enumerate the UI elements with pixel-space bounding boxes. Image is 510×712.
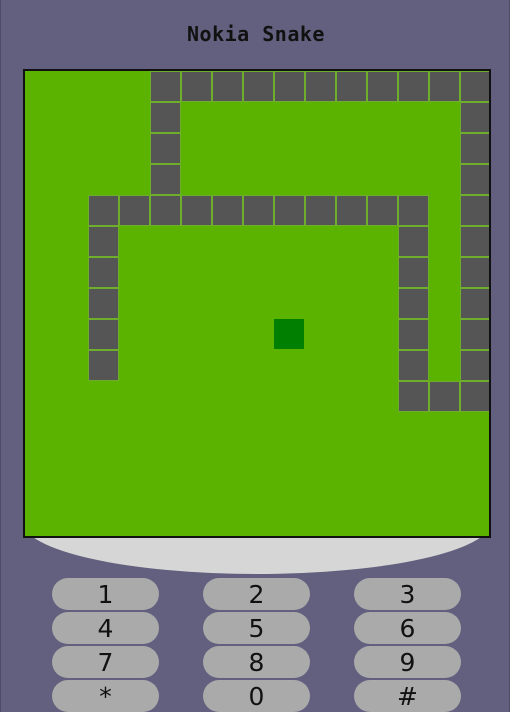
app-title: Nokia Snake — [187, 22, 325, 46]
key-4[interactable]: 4 — [52, 612, 159, 644]
snake-segment — [460, 319, 489, 350]
snake-segment — [88, 319, 119, 350]
snake-segment — [336, 195, 367, 226]
snake-segment — [460, 381, 489, 412]
snake-segment — [181, 195, 212, 226]
snake-segment — [88, 257, 119, 288]
snake-segment — [460, 71, 489, 102]
snake-segment — [460, 257, 489, 288]
snake-segment — [429, 381, 460, 412]
snake-segment — [274, 71, 305, 102]
key-star[interactable]: * — [52, 680, 159, 712]
snake-segment — [398, 257, 429, 288]
snake-segment — [460, 102, 489, 133]
game-board — [23, 69, 491, 538]
snake-segment — [150, 164, 181, 195]
snake-segment — [398, 226, 429, 257]
snake-segment — [336, 71, 367, 102]
snake-segment — [88, 195, 119, 226]
snake-segment — [150, 102, 181, 133]
snake-segment — [460, 195, 489, 226]
snake-segment — [243, 195, 274, 226]
key-hash[interactable]: # — [354, 680, 461, 712]
snake-segment — [305, 195, 336, 226]
snake-segment — [305, 71, 336, 102]
snake-segment — [398, 319, 429, 350]
key-8[interactable]: 8 — [203, 646, 310, 678]
key-2[interactable]: 2 — [203, 578, 310, 610]
snake-segment — [398, 71, 429, 102]
key-6[interactable]: 6 — [354, 612, 461, 644]
key-9[interactable]: 9 — [354, 646, 461, 678]
snake-segment — [88, 288, 119, 319]
snake-segment — [460, 350, 489, 381]
snake-segment — [367, 71, 398, 102]
snake-segment — [398, 381, 429, 412]
key-5[interactable]: 5 — [203, 612, 310, 644]
key-3[interactable]: 3 — [354, 578, 461, 610]
snake-segment — [460, 133, 489, 164]
food-pellet — [274, 319, 304, 349]
snake-segment — [150, 195, 181, 226]
snake-segment — [460, 164, 489, 195]
phone-body: Nokia Snake 1 2 3 4 5 6 7 8 9 * 0 # — [0, 0, 510, 712]
snake-segment — [429, 71, 460, 102]
snake-segment — [150, 71, 181, 102]
snake-segment — [150, 133, 181, 164]
key-1[interactable]: 1 — [52, 578, 159, 610]
snake-segment — [88, 350, 119, 381]
snake-segment — [398, 195, 429, 226]
snake-segment — [460, 226, 489, 257]
snake-segment — [88, 226, 119, 257]
snake-segment — [460, 288, 489, 319]
snake-segment — [212, 195, 243, 226]
snake-segment — [243, 71, 274, 102]
key-7[interactable]: 7 — [52, 646, 159, 678]
key-0[interactable]: 0 — [203, 680, 310, 712]
snake-segment — [398, 288, 429, 319]
snake-segment — [274, 195, 305, 226]
snake-segment — [398, 350, 429, 381]
snake-segment — [367, 195, 398, 226]
snake-segment — [119, 195, 150, 226]
snake-segment — [181, 71, 212, 102]
snake-segment — [212, 71, 243, 102]
